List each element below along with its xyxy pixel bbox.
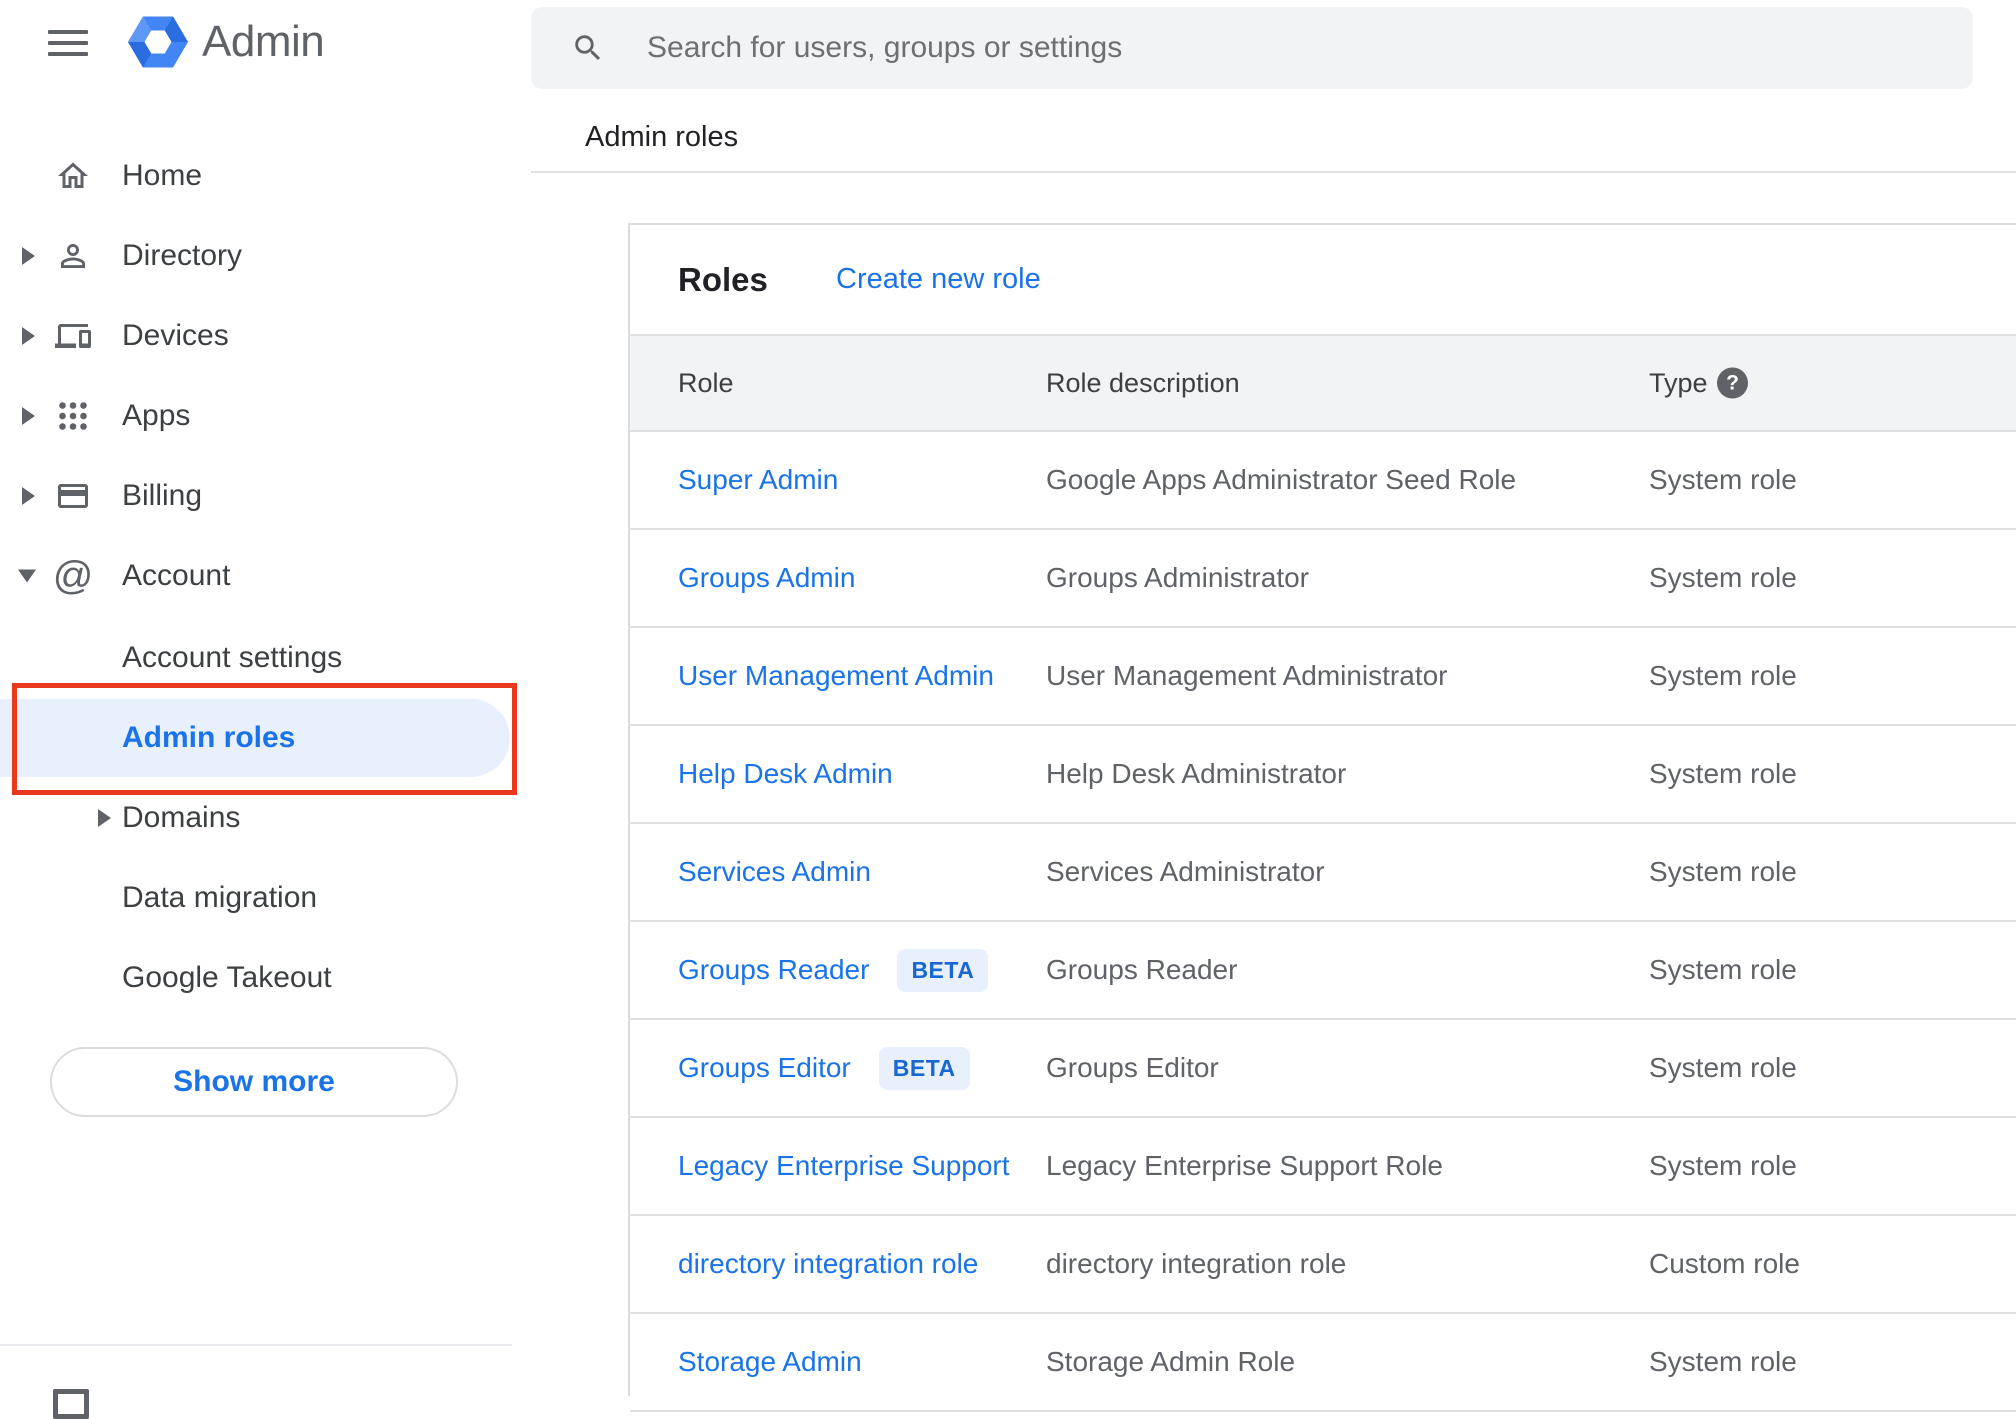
create-new-role-link[interactable]: Create new role bbox=[836, 225, 1041, 334]
credit-card-icon bbox=[54, 477, 92, 515]
person-icon bbox=[54, 237, 92, 275]
clipped-bottom-icon bbox=[53, 1389, 89, 1419]
roles-table-body: Super Admin Google Apps Administrator Se… bbox=[630, 432, 2016, 1412]
sidebar-bottom-divider bbox=[0, 1344, 512, 1346]
header-divider bbox=[531, 171, 2016, 173]
sidebar-item-label: Domains bbox=[122, 801, 241, 834]
role-type: System role bbox=[1649, 660, 1797, 691]
role-type: System role bbox=[1649, 856, 1797, 887]
collapse-arrow-icon[interactable] bbox=[18, 569, 36, 583]
sidebar-item-devices[interactable]: Devices bbox=[0, 296, 531, 376]
help-icon[interactable]: ? bbox=[1717, 367, 1748, 399]
beta-badge: BETA bbox=[878, 1046, 970, 1090]
sidebar-item-label: Apps bbox=[122, 399, 191, 432]
role-link[interactable]: Super Admin bbox=[678, 432, 838, 528]
table-row: Groups Admin Groups Administrator System… bbox=[630, 530, 2016, 628]
role-link[interactable]: Services Admin bbox=[678, 824, 871, 920]
sidebar-item-label: Billing bbox=[122, 479, 203, 512]
sidebar-item-label: Home bbox=[122, 159, 203, 192]
role-type: System role bbox=[1649, 562, 1797, 593]
sidebar-item-label: Directory bbox=[122, 239, 243, 272]
table-row: Help Desk Admin Help Desk Administrator … bbox=[630, 726, 2016, 824]
table-row: Groups Editor BETA Groups Editor System r… bbox=[630, 1020, 2016, 1118]
role-type: Custom role bbox=[1649, 1248, 1800, 1279]
home-icon bbox=[54, 157, 92, 195]
role-link[interactable]: Groups Editor BETA bbox=[678, 1020, 970, 1116]
role-description: Legacy Enterprise Support Role bbox=[1046, 1150, 1443, 1181]
role-link[interactable]: directory integration role bbox=[678, 1216, 978, 1312]
role-link[interactable]: Groups Reader BETA bbox=[678, 922, 989, 1018]
show-more-label: Show more bbox=[173, 1065, 335, 1098]
beta-badge: BETA bbox=[897, 948, 989, 992]
table-row: Legacy Enterprise Support Legacy Enterpr… bbox=[630, 1118, 2016, 1216]
at-icon: @ bbox=[52, 554, 94, 598]
column-header-description: Role description bbox=[1046, 367, 1240, 398]
role-description: Help Desk Administrator bbox=[1046, 758, 1347, 789]
card-title: Roles bbox=[678, 260, 768, 298]
table-row: directory integration role directory int… bbox=[630, 1216, 2016, 1314]
role-link[interactable]: Help Desk Admin bbox=[678, 726, 893, 822]
sidebar-item-label: Data migration bbox=[122, 881, 318, 914]
table-row: Groups Reader BETA Groups Reader System r… bbox=[630, 922, 2016, 1020]
sidebar-item-apps[interactable]: Apps bbox=[0, 376, 531, 456]
role-type: System role bbox=[1649, 954, 1797, 985]
sidebar-item-data-migration[interactable]: Data migration bbox=[0, 858, 531, 938]
role-description: Google Apps Administrator Seed Role bbox=[1046, 464, 1517, 495]
role-link[interactable]: User Management Admin bbox=[678, 628, 994, 724]
expand-arrow-icon[interactable] bbox=[22, 407, 35, 425]
admin-logo-icon bbox=[128, 16, 188, 73]
role-type: System role bbox=[1649, 1052, 1797, 1083]
role-type: System role bbox=[1649, 758, 1797, 789]
expand-arrow-icon[interactable] bbox=[22, 487, 35, 505]
app-title: Admin bbox=[202, 17, 325, 66]
breadcrumb: Admin roles bbox=[585, 121, 739, 153]
role-description: Groups Editor bbox=[1046, 1052, 1219, 1083]
sidebar-item-directory[interactable]: Directory bbox=[0, 216, 531, 296]
sidebar-item-label: Account settings bbox=[122, 641, 343, 674]
role-type: System role bbox=[1649, 464, 1797, 495]
table-row: Storage Admin Storage Admin Role System … bbox=[630, 1314, 2016, 1412]
search-placeholder: Search for users, groups or settings bbox=[647, 31, 1123, 64]
table-row: Services Admin Services Administrator Sy… bbox=[630, 824, 2016, 922]
sidebar-item-domains[interactable]: Domains bbox=[0, 778, 531, 858]
sidebar-item-account[interactable]: @ Account bbox=[0, 536, 531, 616]
roles-card-header: Roles Create new role bbox=[630, 225, 2016, 334]
expand-arrow-icon[interactable] bbox=[98, 809, 111, 827]
devices-icon bbox=[54, 317, 92, 355]
hamburger-menu-icon[interactable] bbox=[48, 30, 88, 56]
role-description: Groups Reader bbox=[1046, 954, 1238, 985]
role-description: Services Administrator bbox=[1046, 856, 1325, 887]
sidebar-item-google-takeout[interactable]: Google Takeout bbox=[0, 938, 531, 1018]
search-input[interactable]: Search for users, groups or settings bbox=[531, 7, 1973, 89]
role-description: Groups Administrator bbox=[1046, 562, 1309, 593]
expand-arrow-icon[interactable] bbox=[22, 327, 35, 345]
column-header-role: Role bbox=[678, 367, 734, 398]
role-description: directory integration role bbox=[1046, 1248, 1347, 1279]
search-icon bbox=[575, 35, 601, 61]
sidebar-item-label: Account bbox=[122, 559, 231, 592]
table-row: User Management Admin User Management Ad… bbox=[630, 628, 2016, 726]
apps-grid-icon bbox=[54, 397, 92, 435]
role-link[interactable]: Legacy Enterprise Support bbox=[678, 1118, 1010, 1214]
roles-card: Roles Create new role Role Role descript… bbox=[628, 223, 2016, 1412]
role-link[interactable]: Groups Admin bbox=[678, 530, 855, 626]
roles-table-header: Role Role description Type ? bbox=[630, 334, 2016, 432]
column-header-type: Type bbox=[1649, 367, 1708, 398]
sidebar-item-home[interactable]: Home bbox=[0, 136, 531, 216]
role-type: System role bbox=[1649, 1150, 1797, 1181]
show-more-button[interactable]: Show more bbox=[50, 1047, 458, 1117]
expand-arrow-icon[interactable] bbox=[22, 247, 35, 265]
role-description: User Management Administrator bbox=[1046, 660, 1448, 691]
sidebar-item-label: Google Takeout bbox=[122, 961, 332, 994]
sidebar-item-billing[interactable]: Billing bbox=[0, 456, 531, 536]
table-row: Super Admin Google Apps Administrator Se… bbox=[630, 432, 2016, 530]
sidebar-item-label: Devices bbox=[122, 319, 229, 352]
